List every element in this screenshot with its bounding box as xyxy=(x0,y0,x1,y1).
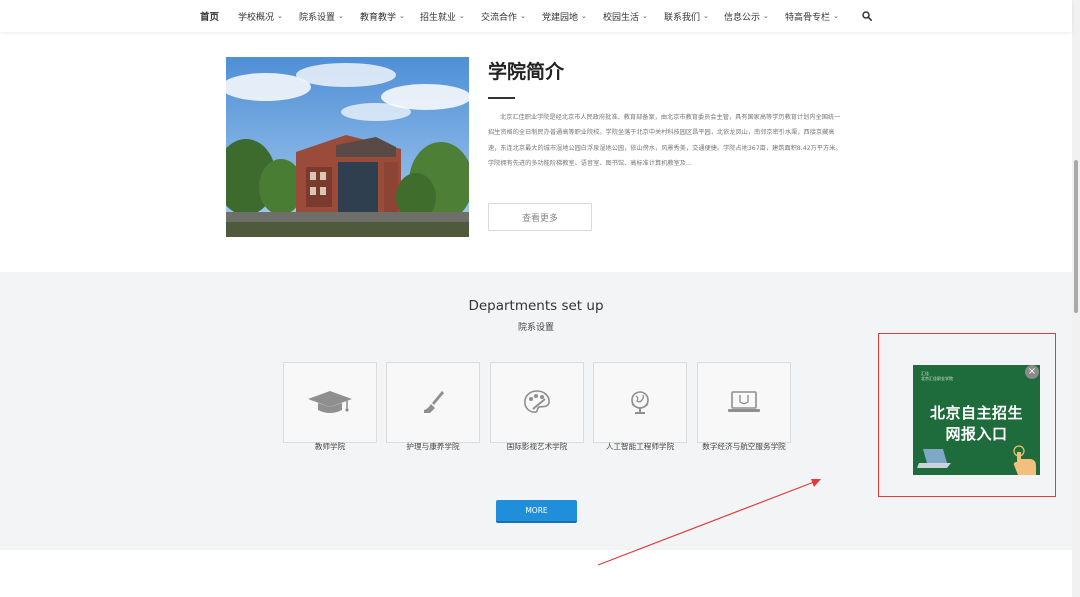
ad-headline: 北京自主招生 网报入口 xyxy=(929,404,1023,443)
department-label: 数字经济与航空服务学院 xyxy=(702,442,786,451)
department-card-nursing[interactable]: 护理与康养学院 xyxy=(386,362,480,451)
chevron-down-icon: ⌄ xyxy=(399,12,405,20)
nav-item-special-column[interactable]: 特高骨专栏 ⌄ xyxy=(785,0,839,32)
nav-item-disclosure[interactable]: 信息公示 ⌄ xyxy=(724,0,769,32)
department-label: 教师学院 xyxy=(314,442,346,451)
department-label: 人工智能工程师学院 xyxy=(605,442,675,451)
department-label: 护理与康养学院 xyxy=(406,442,460,451)
nav-label: 交流合作 xyxy=(481,12,518,23)
graduation-cap-icon xyxy=(284,389,376,415)
nav-label: 特高骨专栏 xyxy=(785,12,831,23)
campus-photo xyxy=(226,57,469,237)
chevron-down-icon: ⌄ xyxy=(277,12,283,20)
nav-label: 联系我们 xyxy=(664,12,701,23)
laptop-icon xyxy=(917,449,951,468)
department-label: 国际影视艺术学院 xyxy=(506,442,568,451)
page: 首页 学校概况 ⌄ 院系设置 ⌄ 教育教学 ⌄ 招生就业 ⌄ 交流合作 ⌄ 党建园地 ⌄ 校… xyxy=(0,0,1080,597)
chevron-down-icon: ⌄ xyxy=(642,12,648,20)
about-description: 北京汇佳职业学院是经北京市人民政府批准、教育部备案，由北京市教育委员会主管，具有… xyxy=(488,114,842,167)
chevron-down-icon: ⌄ xyxy=(833,12,839,20)
nav-label: 招生就业 xyxy=(420,12,457,23)
palette-icon xyxy=(491,389,583,415)
nav-item-exchange[interactable]: 交流合作 ⌄ xyxy=(481,0,526,32)
globe-icon xyxy=(594,389,686,415)
nav-label: 信息公示 xyxy=(724,12,761,23)
nav-item-admissions[interactable]: 招生就业 ⌄ xyxy=(420,0,465,32)
nav-item-campus-life[interactable]: 校园生活 ⌄ xyxy=(603,0,648,32)
department-card-digital-economy[interactable]: 数字经济与航空服务学院 xyxy=(697,362,791,451)
nav-label: 学校概况 xyxy=(238,12,275,23)
nav-label: 首页 xyxy=(200,12,220,23)
nav-item-education[interactable]: 教育教学 ⌄ xyxy=(360,0,405,32)
departments-subtitle: 院系设置 xyxy=(517,323,554,333)
school-logo: 汇佳 北京汇佳职业学院 xyxy=(921,371,953,381)
top-navigation: 首页 学校概况 ⌄ 院系设置 ⌄ 教育教学 ⌄ 招生就业 ⌄ 交流合作 ⌄ 党建园地 ⌄ 校… xyxy=(0,0,1072,32)
chevron-down-icon: ⌄ xyxy=(581,12,587,20)
department-card-film-art[interactable]: 国际影视艺术学院 xyxy=(490,362,584,451)
nav-label: 党建园地 xyxy=(542,12,579,23)
chevron-down-icon: ⌄ xyxy=(338,12,344,20)
pointing-hand-icon xyxy=(1013,445,1036,475)
admission-ad-banner[interactable]: 汇佳 北京汇佳职业学院 北京自主招生 网报入口 xyxy=(913,365,1040,475)
chevron-down-icon: ⌄ xyxy=(763,12,769,20)
nav-label: 院系设置 xyxy=(299,12,336,23)
nav-item-home[interactable]: 首页 xyxy=(200,0,219,32)
nav-label: 教育教学 xyxy=(360,12,397,23)
nav-item-about-school[interactable]: 学校概况 ⌄ xyxy=(238,0,283,32)
chevron-down-icon: ⌄ xyxy=(459,12,465,20)
more-button[interactable]: MORE xyxy=(496,500,577,523)
chevron-down-icon: ⌄ xyxy=(703,12,709,20)
nav-item-contact[interactable]: 联系我们 ⌄ xyxy=(664,0,709,32)
title-divider xyxy=(488,97,515,99)
laptop-icon xyxy=(698,389,790,415)
scrollbar-thumb[interactable] xyxy=(1074,160,1078,313)
chevron-down-icon: ⌄ xyxy=(520,12,526,20)
department-card-ai-engineering[interactable]: 人工智能工程师学院 xyxy=(593,362,687,451)
nav-label: 校园生活 xyxy=(603,12,640,23)
nav-item-departments[interactable]: 院系设置 ⌄ xyxy=(299,0,344,32)
about-title: 学院简介 xyxy=(488,61,565,83)
search-icon[interactable] xyxy=(862,11,872,21)
departments-title: Departments set up xyxy=(468,298,604,314)
view-more-button[interactable]: 查看更多 xyxy=(488,203,592,231)
department-card-teachers[interactable]: 教师学院 xyxy=(283,362,377,451)
close-icon[interactable]: × xyxy=(1025,365,1039,379)
brush-icon xyxy=(387,389,479,415)
nav-item-party-building[interactable]: 党建园地 ⌄ xyxy=(542,0,587,32)
